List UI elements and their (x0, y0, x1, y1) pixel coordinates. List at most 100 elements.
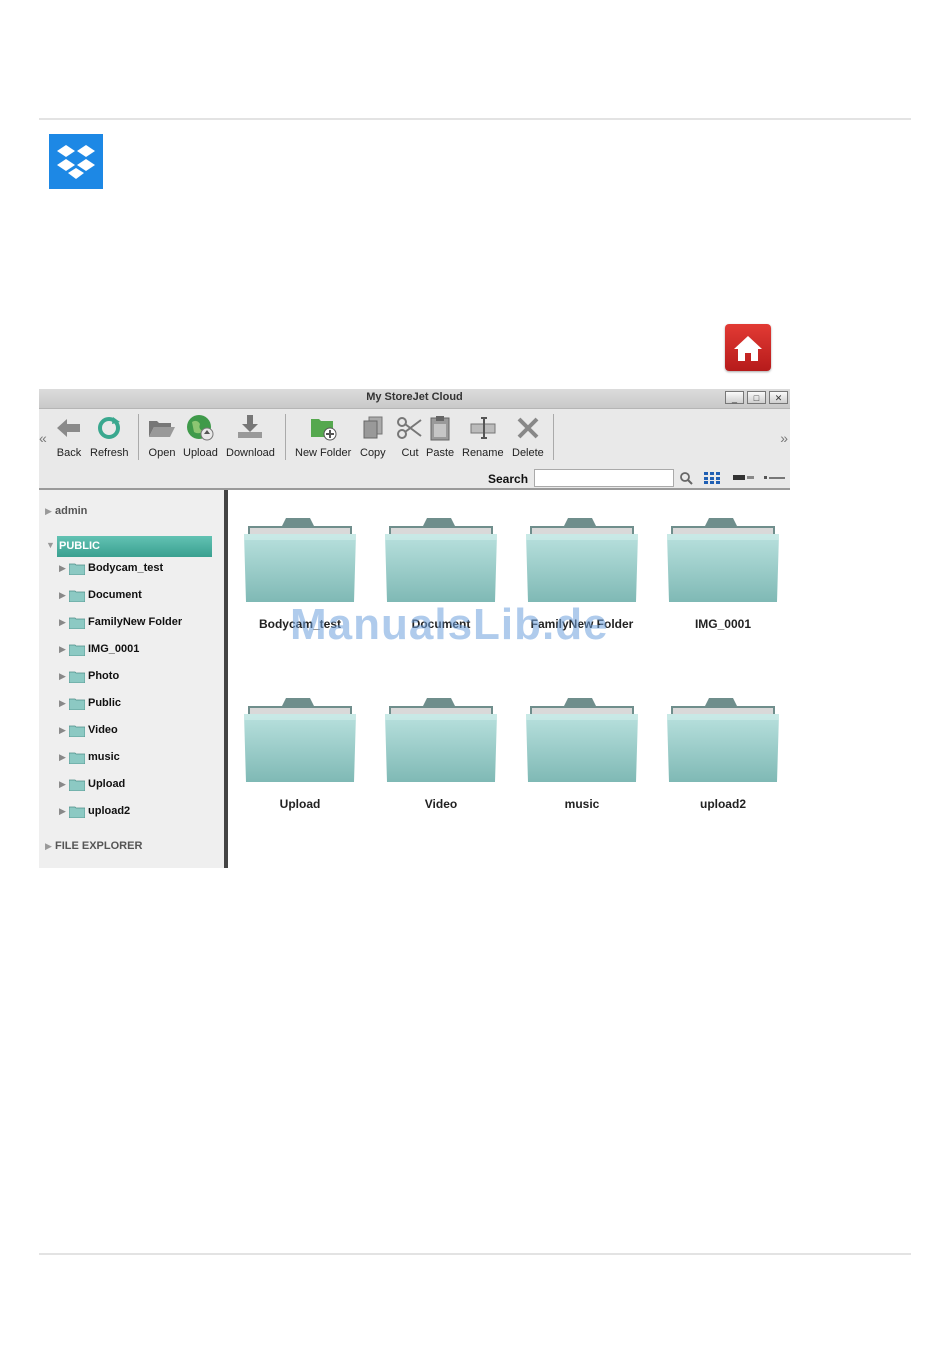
expand-arrow-icon: ▶ (59, 643, 66, 654)
folder-label: Video (424, 797, 458, 811)
open-folder-icon (148, 413, 176, 443)
maximize-button[interactable]: □ (747, 391, 766, 404)
folder-icon (241, 514, 359, 611)
tree-folder-item[interactable]: ▶ Upload (59, 776, 125, 792)
download-button[interactable]: Download (226, 413, 275, 459)
search-input[interactable] (534, 469, 674, 487)
download-icon (226, 413, 275, 443)
folder-icon (68, 671, 86, 683)
copy-button[interactable]: Copy (360, 413, 386, 459)
refresh-label: Refresh (90, 447, 129, 459)
toolbar: « » Back Refresh Open Upload Download Ne… (39, 409, 790, 490)
rename-icon (462, 413, 504, 443)
tree-folder-label: upload2 (88, 805, 131, 817)
tree-folder-item[interactable]: ▶ upload2 (59, 803, 130, 819)
folder-tile[interactable]: IMG_0001 (664, 514, 782, 631)
collapse-arrow-icon[interactable]: ▼ (46, 540, 55, 550)
toolbar-separator (138, 414, 139, 460)
tree-folder-label: Bodycam_test (88, 562, 164, 574)
folder-icon (664, 694, 782, 791)
list-view-icon[interactable] (764, 470, 786, 486)
expand-arrow-icon: ▶ (59, 562, 66, 573)
search-label: Search (488, 472, 529, 486)
folder-tile[interactable]: Video (382, 694, 500, 811)
folder-tile[interactable]: music (523, 694, 641, 811)
rename-button[interactable]: Rename (462, 413, 504, 459)
grid-view-icon[interactable] (704, 470, 720, 486)
sidebar-item-public[interactable]: PUBLIC (57, 536, 212, 557)
sidebar: ▶ admin ▼ PUBLIC ▶ Bodycam_test ▶ Document ▶… (39, 490, 224, 868)
folder-icon (68, 779, 86, 791)
folder-icon (664, 514, 782, 611)
folder-icon (68, 644, 86, 656)
back-button[interactable]: Back (56, 413, 82, 459)
tree-folder-item[interactable]: ▶ music (59, 749, 120, 765)
sidebar-item-admin[interactable]: ▶ admin (45, 505, 87, 517)
tree-folder-label: Video (88, 724, 118, 736)
paste-label: Paste (426, 447, 455, 459)
folder-icon (523, 514, 641, 611)
delete-x-icon (512, 413, 544, 443)
cut-button[interactable]: Cut (397, 413, 423, 459)
folder-icon (68, 698, 86, 710)
folder-icon (68, 590, 86, 602)
copy-label: Copy (360, 447, 386, 459)
folder-icon (68, 563, 86, 575)
expand-arrow-icon: ▶ (45, 841, 52, 851)
folder-label: upload2 (699, 797, 746, 811)
expand-arrow-icon: ▶ (59, 616, 66, 627)
scissors-icon (397, 413, 423, 443)
folder-icon (68, 725, 86, 737)
upload-label: Upload (183, 447, 218, 459)
scroll-left-icon[interactable]: « (39, 430, 47, 446)
refresh-icon (90, 413, 129, 443)
download-label: Download (226, 447, 275, 459)
back-arrow-icon (56, 413, 82, 443)
new-folder-button[interactable]: New Folder (295, 413, 351, 459)
back-label: Back (56, 447, 82, 459)
folder-label: music (564, 797, 600, 811)
folder-icon (382, 514, 500, 611)
folder-label: Upload (279, 797, 321, 811)
dropbox-icon[interactable] (49, 134, 103, 189)
scroll-right-icon[interactable]: » (780, 430, 788, 446)
tree-folder-item[interactable]: ▶ Photo (59, 668, 119, 684)
tree-folder-item[interactable]: ▶ Bodycam_test (59, 560, 163, 576)
top-divider (39, 118, 911, 120)
tree-folder-label: music (88, 751, 120, 763)
tree-folder-item[interactable]: ▶ Public (59, 695, 121, 711)
new-folder-label: New Folder (295, 447, 352, 459)
folder-tile[interactable]: Upload (241, 694, 359, 811)
tree-folder-item[interactable]: ▶ Document (59, 587, 142, 603)
minimize-button[interactable]: _ (725, 391, 744, 404)
new-folder-icon (295, 413, 351, 443)
expand-arrow-icon: ▶ (59, 751, 66, 762)
folder-icon (68, 617, 86, 629)
tree-folder-label: IMG_0001 (88, 643, 140, 655)
folder-tile[interactable]: upload2 (664, 694, 782, 811)
toolbar-separator (553, 414, 554, 460)
upload-button[interactable]: Upload (183, 413, 218, 459)
delete-button[interactable]: Delete (512, 413, 544, 459)
expand-arrow-icon: ▶ (59, 724, 66, 735)
tree-folder-item[interactable]: ▶ Video (59, 722, 118, 738)
bottom-divider (39, 1253, 911, 1255)
expand-arrow-icon: ▶ (59, 670, 66, 681)
home-icon[interactable] (725, 324, 771, 371)
refresh-button[interactable]: Refresh (90, 413, 129, 459)
paste-button[interactable]: Paste (426, 413, 454, 459)
detail-view-icon[interactable] (733, 470, 755, 486)
tree-folder-label: FamilyNew Folder (88, 616, 183, 628)
watermark: ManualsLib.de (290, 600, 609, 649)
expand-arrow-icon: ▶ (59, 805, 66, 816)
expand-arrow-icon: ▶ (45, 506, 52, 516)
search-icon[interactable] (680, 470, 693, 486)
open-button[interactable]: Open (148, 413, 176, 459)
file-explorer-label: FILE EXPLORER (54, 840, 143, 852)
sidebar-item-file-explorer[interactable]: ▶ FILE EXPLORER (45, 840, 142, 852)
tree-folder-item[interactable]: ▶ IMG_0001 (59, 641, 139, 657)
expand-arrow-icon: ▶ (59, 778, 66, 789)
expand-arrow-icon: ▶ (59, 589, 66, 600)
close-button[interactable]: ✕ (769, 391, 788, 404)
tree-folder-item[interactable]: ▶ FamilyNew Folder (59, 614, 182, 630)
